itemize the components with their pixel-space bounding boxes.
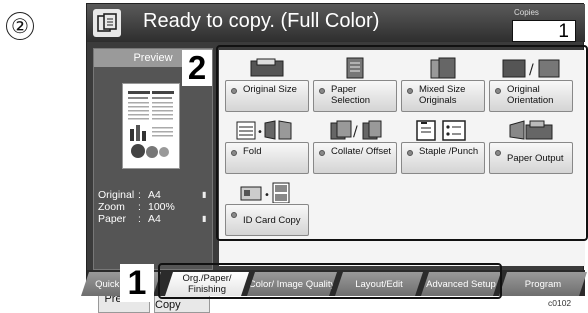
callout-1: 1 — [120, 264, 154, 302]
info-row-zoom: Zoom:100% — [98, 201, 175, 213]
callout-2: 2 — [182, 50, 212, 86]
document-thumbnail-icon — [122, 83, 180, 169]
portrait-icon: ▮ — [202, 190, 207, 199]
paper-tray-icon: ▮ — [202, 214, 207, 223]
copy-mode-icon — [93, 9, 121, 37]
info-row-original: Original: A4 ▮ — [98, 189, 210, 201]
copies-count[interactable]: 1 — [512, 20, 576, 42]
status-message: Ready to copy. (Full Color) — [143, 10, 380, 32]
copies-label: Copies — [514, 8, 539, 17]
tab-bar-highlight — [158, 263, 502, 299]
info-row-paper: Paper: A4 ▮ — [98, 213, 210, 225]
figure-code: c0102 — [548, 298, 572, 308]
function-area-highlight — [216, 45, 588, 241]
status-bar: Ready to copy. (Full Color) Copies 1 — [87, 4, 585, 42]
tab-program[interactable]: Program — [499, 272, 587, 296]
step-number: ② — [6, 12, 34, 40]
settings-summary: Original: A4 ▮ Zoom:100% Paper: A4 ▮ — [98, 189, 210, 225]
